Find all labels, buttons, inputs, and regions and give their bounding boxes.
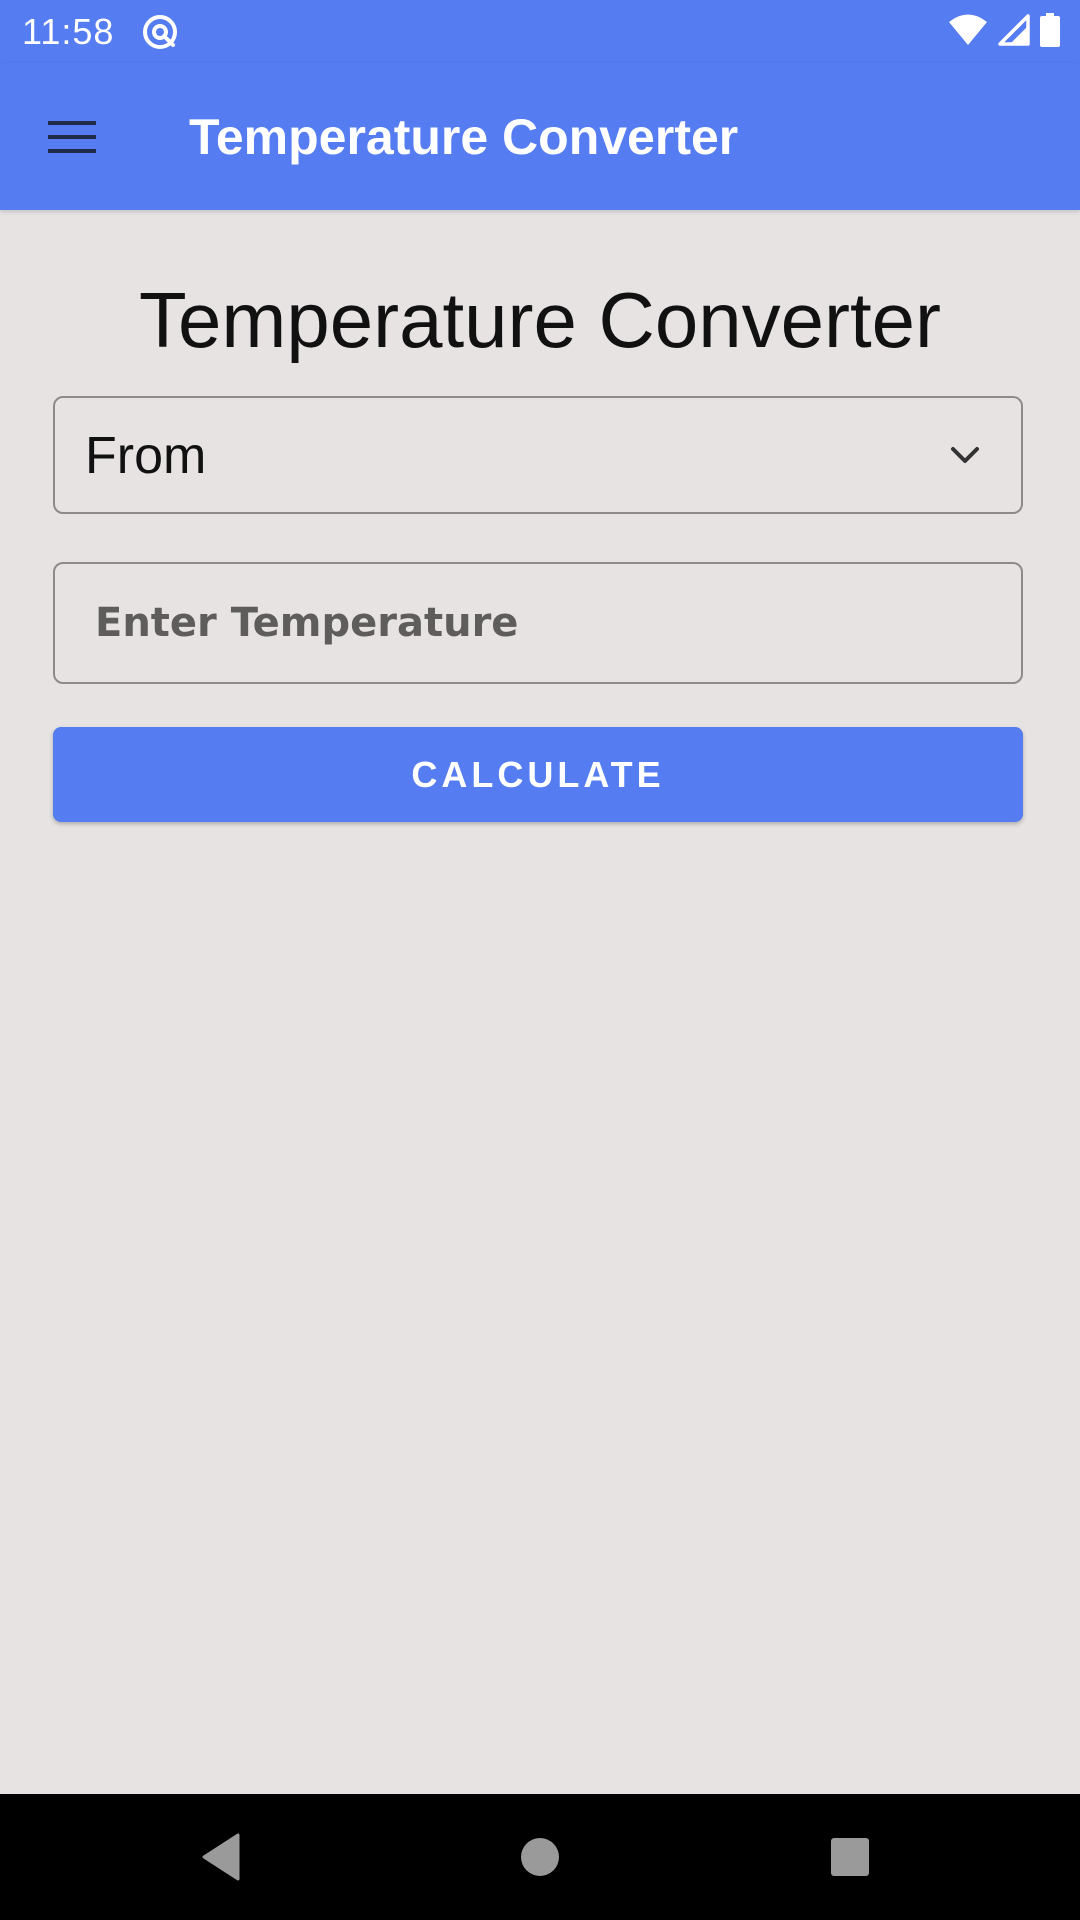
page-title: Temperature Converter xyxy=(138,276,941,364)
hamburger-menu-icon[interactable] xyxy=(40,113,104,161)
recents-icon[interactable] xyxy=(820,1827,880,1887)
screen: 11:58 Temperature Converter Temperature … xyxy=(0,0,1080,1920)
status-icons xyxy=(948,12,1060,52)
app-bar: Temperature Converter xyxy=(0,63,1080,210)
signal-icon xyxy=(998,13,1030,51)
status-bar: 11:58 xyxy=(0,0,1080,63)
back-icon[interactable] xyxy=(196,1827,256,1887)
battery-icon xyxy=(1040,12,1060,52)
chevron-down-icon xyxy=(945,436,985,476)
wifi-icon xyxy=(948,13,988,52)
temperature-input[interactable] xyxy=(53,562,1023,684)
app-bar-title: Temperature Converter xyxy=(189,109,739,165)
calculate-button[interactable]: CALCULATE xyxy=(53,727,1023,822)
status-time: 11:58 xyxy=(22,11,115,52)
home-icon[interactable] xyxy=(510,1827,570,1887)
at-sign-icon xyxy=(140,12,180,52)
from-select-label: From xyxy=(85,427,207,485)
navigation-bar xyxy=(0,1794,1080,1920)
from-unit-select[interactable]: From xyxy=(53,396,1023,514)
